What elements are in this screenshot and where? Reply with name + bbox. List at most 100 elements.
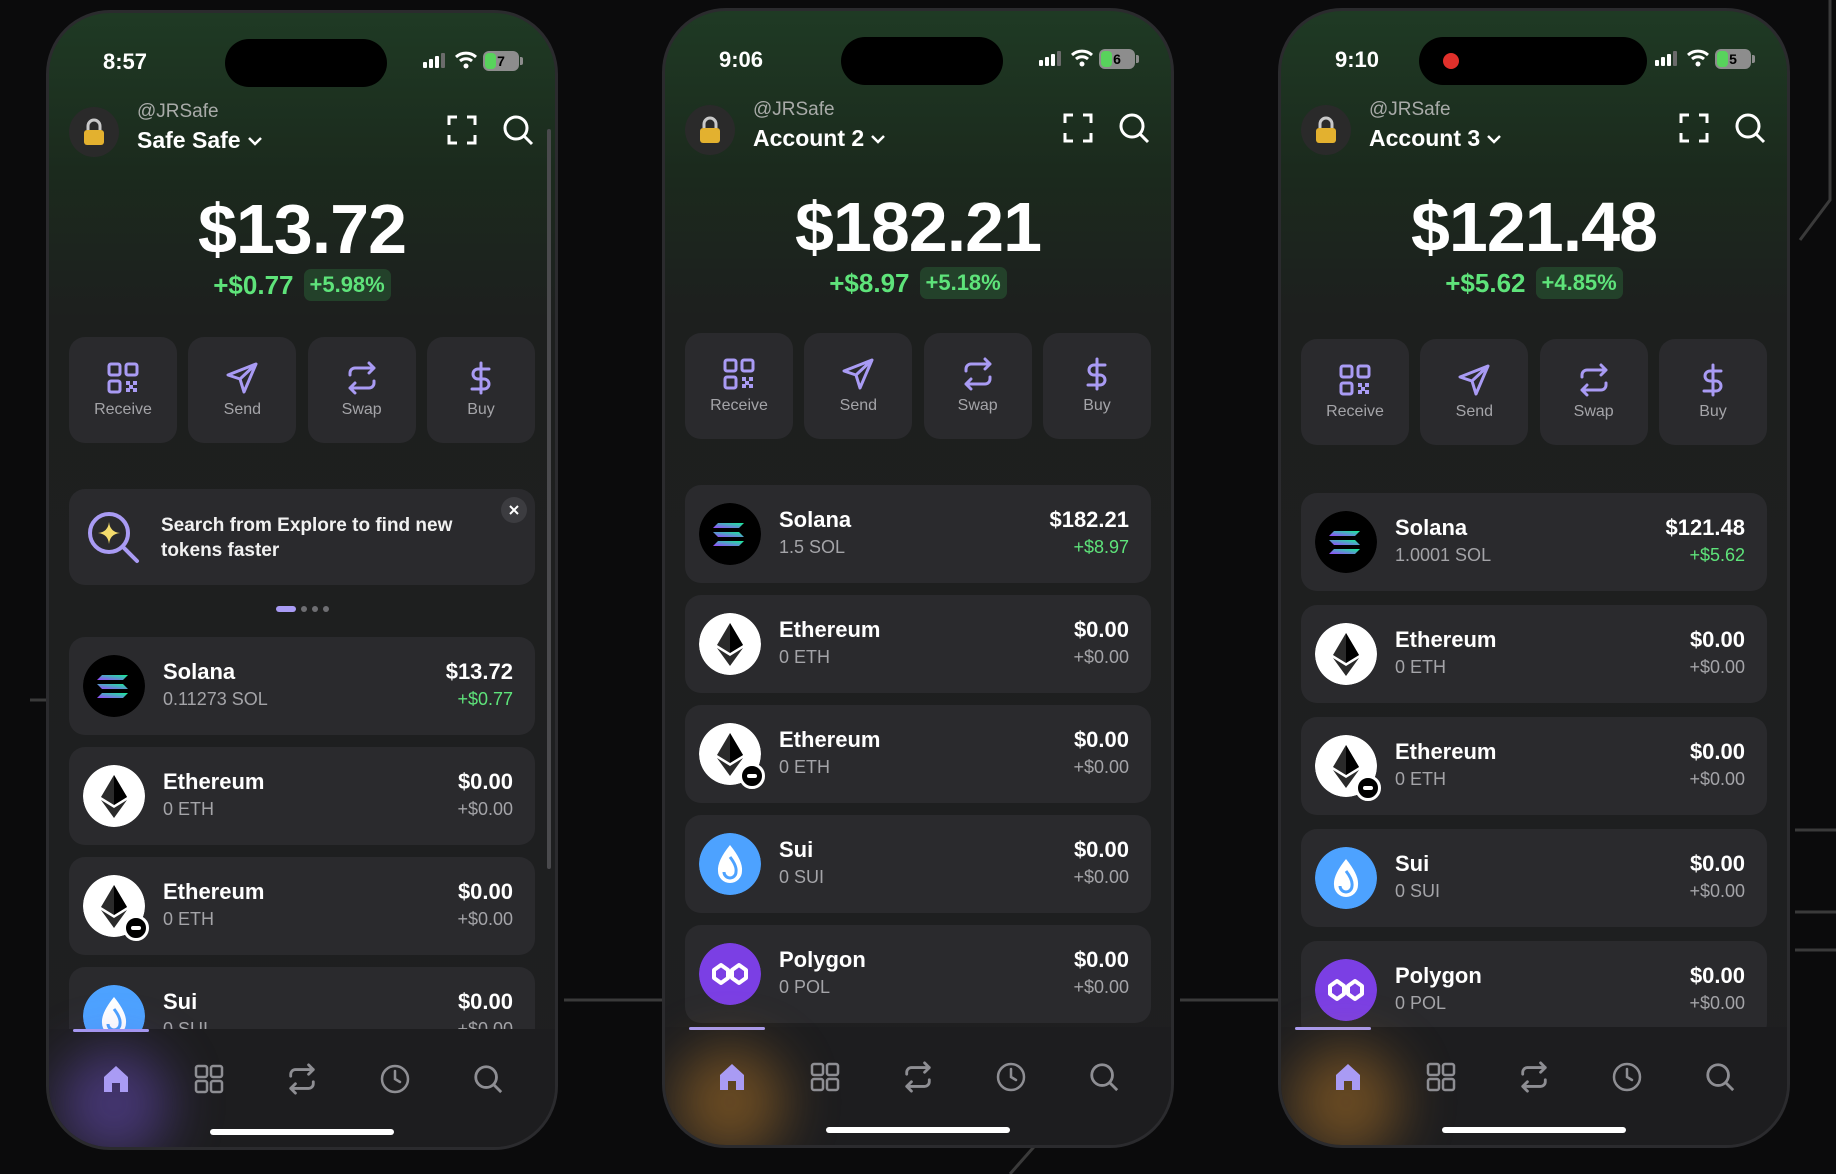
history-clock-icon <box>996 1062 1026 1092</box>
token-value: $0.00 <box>1689 627 1745 652</box>
token-list: Solana 0.11273 SOL $13.72 +$0.77 Ethereu… <box>69 637 535 1029</box>
home-indicator[interactable] <box>210 1129 394 1135</box>
send-button[interactable]: Send <box>804 333 913 439</box>
token-row-sui[interactable]: Sui 0 SUI $0.00 +$0.00 <box>685 815 1151 913</box>
token-name: Solana <box>1395 515 1468 540</box>
tab-collectibles[interactable] <box>189 1059 229 1099</box>
dollar-icon <box>1086 357 1107 391</box>
token-change: +$0.77 <box>457 689 513 709</box>
account-switcher[interactable]: Account 3 <box>1369 125 1502 152</box>
home-indicator[interactable] <box>826 1127 1010 1133</box>
padlock-icon <box>1316 116 1336 143</box>
padlock-icon <box>700 116 720 143</box>
token-value: $121.48 <box>1665 515 1745 540</box>
tab-home[interactable] <box>96 1059 136 1099</box>
receive-button[interactable]: Receive <box>1301 339 1409 445</box>
token-row-ethereum[interactable]: Ethereum 0 ETH $0.00 +$0.00 <box>685 595 1151 693</box>
total-balance: $182.21 <box>794 188 1042 266</box>
scan-qr-icon[interactable] <box>1677 111 1711 145</box>
token-name: Polygon <box>779 947 866 972</box>
token-change: +$0.00 <box>457 909 513 929</box>
token-row-sui[interactable]: Sui 0 SUI $0.00 +$0.00 <box>1301 829 1767 927</box>
token-amount: 0 POL <box>1395 993 1447 1013</box>
tab-explore[interactable] <box>1700 1057 1740 1097</box>
send-button[interactable]: Send <box>1420 339 1529 445</box>
token-change: +$0.00 <box>1689 993 1745 1013</box>
send-icon <box>1458 364 1490 396</box>
battery-icon: 6 <box>1099 49 1139 69</box>
buy-button[interactable]: Buy <box>1658 339 1767 445</box>
search-icon[interactable] <box>1117 111 1151 145</box>
swap-icon <box>348 361 376 395</box>
token-value: $0.00 <box>457 879 513 904</box>
tab-collectibles[interactable] <box>1421 1057 1461 1097</box>
quick-actions: Receive Send Swap Buy <box>685 333 1151 439</box>
dynamic-island <box>841 37 1003 85</box>
token-value: $0.00 <box>1073 837 1129 862</box>
tab-swap[interactable] <box>898 1057 938 1097</box>
cellular-signal-icon <box>1655 51 1677 66</box>
swap-icon <box>964 357 992 391</box>
home-indicator[interactable] <box>1442 1127 1626 1133</box>
tab-activity[interactable] <box>375 1059 415 1099</box>
account-switcher[interactable]: Safe Safe <box>137 127 263 154</box>
swap-button[interactable]: Swap <box>923 333 1032 439</box>
token-name: Ethereum <box>163 879 265 904</box>
quick-actions: Receive Send Swap Buy <box>69 337 535 443</box>
token-row-ethereum[interactable]: Ethereum 0 ETH $0.00 +$0.00 <box>69 747 535 845</box>
token-row-polygon[interactable]: Polygon 0 POL $0.00 +$0.00 <box>685 925 1151 1023</box>
token-change: +$0.00 <box>1689 881 1745 901</box>
tab-swap[interactable] <box>282 1059 322 1099</box>
account-switcher[interactable]: Account 2 <box>753 125 886 152</box>
bottom-tab-bar <box>1281 1027 1787 1145</box>
buy-button[interactable]: Buy <box>426 337 535 443</box>
buy-button[interactable]: Buy <box>1042 333 1151 439</box>
tab-activity[interactable] <box>991 1057 1031 1097</box>
tab-swap[interactable] <box>1514 1057 1554 1097</box>
explore-tip-banner[interactable]: Search from Explore to find new tokens f… <box>69 489 535 585</box>
tab-home[interactable] <box>1328 1057 1368 1097</box>
apps-grid-icon <box>1426 1062 1456 1092</box>
phone-screen-1: 8:57 7 @JRSafe Safe Safe $13.72 +$0.77 +… <box>46 10 558 1150</box>
scan-qr-icon[interactable] <box>445 113 479 147</box>
swap-button[interactable]: Swap <box>307 337 416 443</box>
token-row-solana[interactable]: Solana 0.11273 SOL $13.72 +$0.77 <box>69 637 535 735</box>
account-avatar[interactable] <box>685 105 735 155</box>
search-icon <box>474 1065 503 1094</box>
token-amount: 0.11273 SOL <box>163 689 268 709</box>
send-button[interactable]: Send <box>188 337 297 443</box>
token-row-polygon[interactable]: Polygon 0 POL $0.00 +$0.00 <box>1301 941 1767 1027</box>
token-name: Solana <box>779 507 852 532</box>
token-row-sui[interactable]: Sui 0 SUI $0.00 +$0.00 <box>69 967 535 1029</box>
close-banner-button[interactable] <box>501 497 527 523</box>
search-icon[interactable] <box>501 113 535 147</box>
swap-button[interactable]: Swap <box>1539 339 1648 445</box>
token-change: +$0.00 <box>1073 757 1129 777</box>
solana-logo-icon <box>1315 511 1377 573</box>
token-row-ethereum-base[interactable]: Ethereum 0 ETH $0.00 +$0.00 <box>685 705 1151 803</box>
account-avatar[interactable] <box>1301 105 1351 155</box>
tab-home[interactable] <box>712 1057 752 1097</box>
account-avatar[interactable] <box>69 107 119 157</box>
token-name: Sui <box>163 989 198 1014</box>
scrollbar[interactable] <box>547 129 551 869</box>
swap-icon <box>905 1061 931 1093</box>
receive-button[interactable]: Receive <box>69 337 177 443</box>
token-row-ethereum[interactable]: Ethereum 0 ETH $0.00 +$0.00 <box>1301 605 1767 703</box>
bottom-tab-bar <box>49 1029 555 1147</box>
receive-button[interactable]: Receive <box>685 333 793 439</box>
tab-collectibles[interactable] <box>805 1057 845 1097</box>
scan-qr-icon[interactable] <box>1061 111 1095 145</box>
cellular-signal-icon <box>423 53 445 68</box>
token-row-ethereum-base[interactable]: Ethereum 0 ETH $0.00 +$0.00 <box>69 857 535 955</box>
tab-activity[interactable] <box>1607 1057 1647 1097</box>
token-row-solana[interactable]: Solana 1.0001 SOL $121.48 +$5.62 <box>1301 493 1767 591</box>
search-icon[interactable] <box>1733 111 1767 145</box>
token-row-solana[interactable]: Solana 1.5 SOL $182.21 +$8.97 <box>685 485 1151 583</box>
token-change: +$0.00 <box>1689 657 1745 677</box>
explore-sparkle-icon <box>88 512 139 563</box>
token-row-ethereum-base[interactable]: Ethereum 0 ETH $0.00 +$0.00 <box>1301 717 1767 815</box>
tab-explore[interactable] <box>468 1059 508 1099</box>
send-label: Send <box>1455 403 1494 420</box>
tab-explore[interactable] <box>1084 1057 1124 1097</box>
